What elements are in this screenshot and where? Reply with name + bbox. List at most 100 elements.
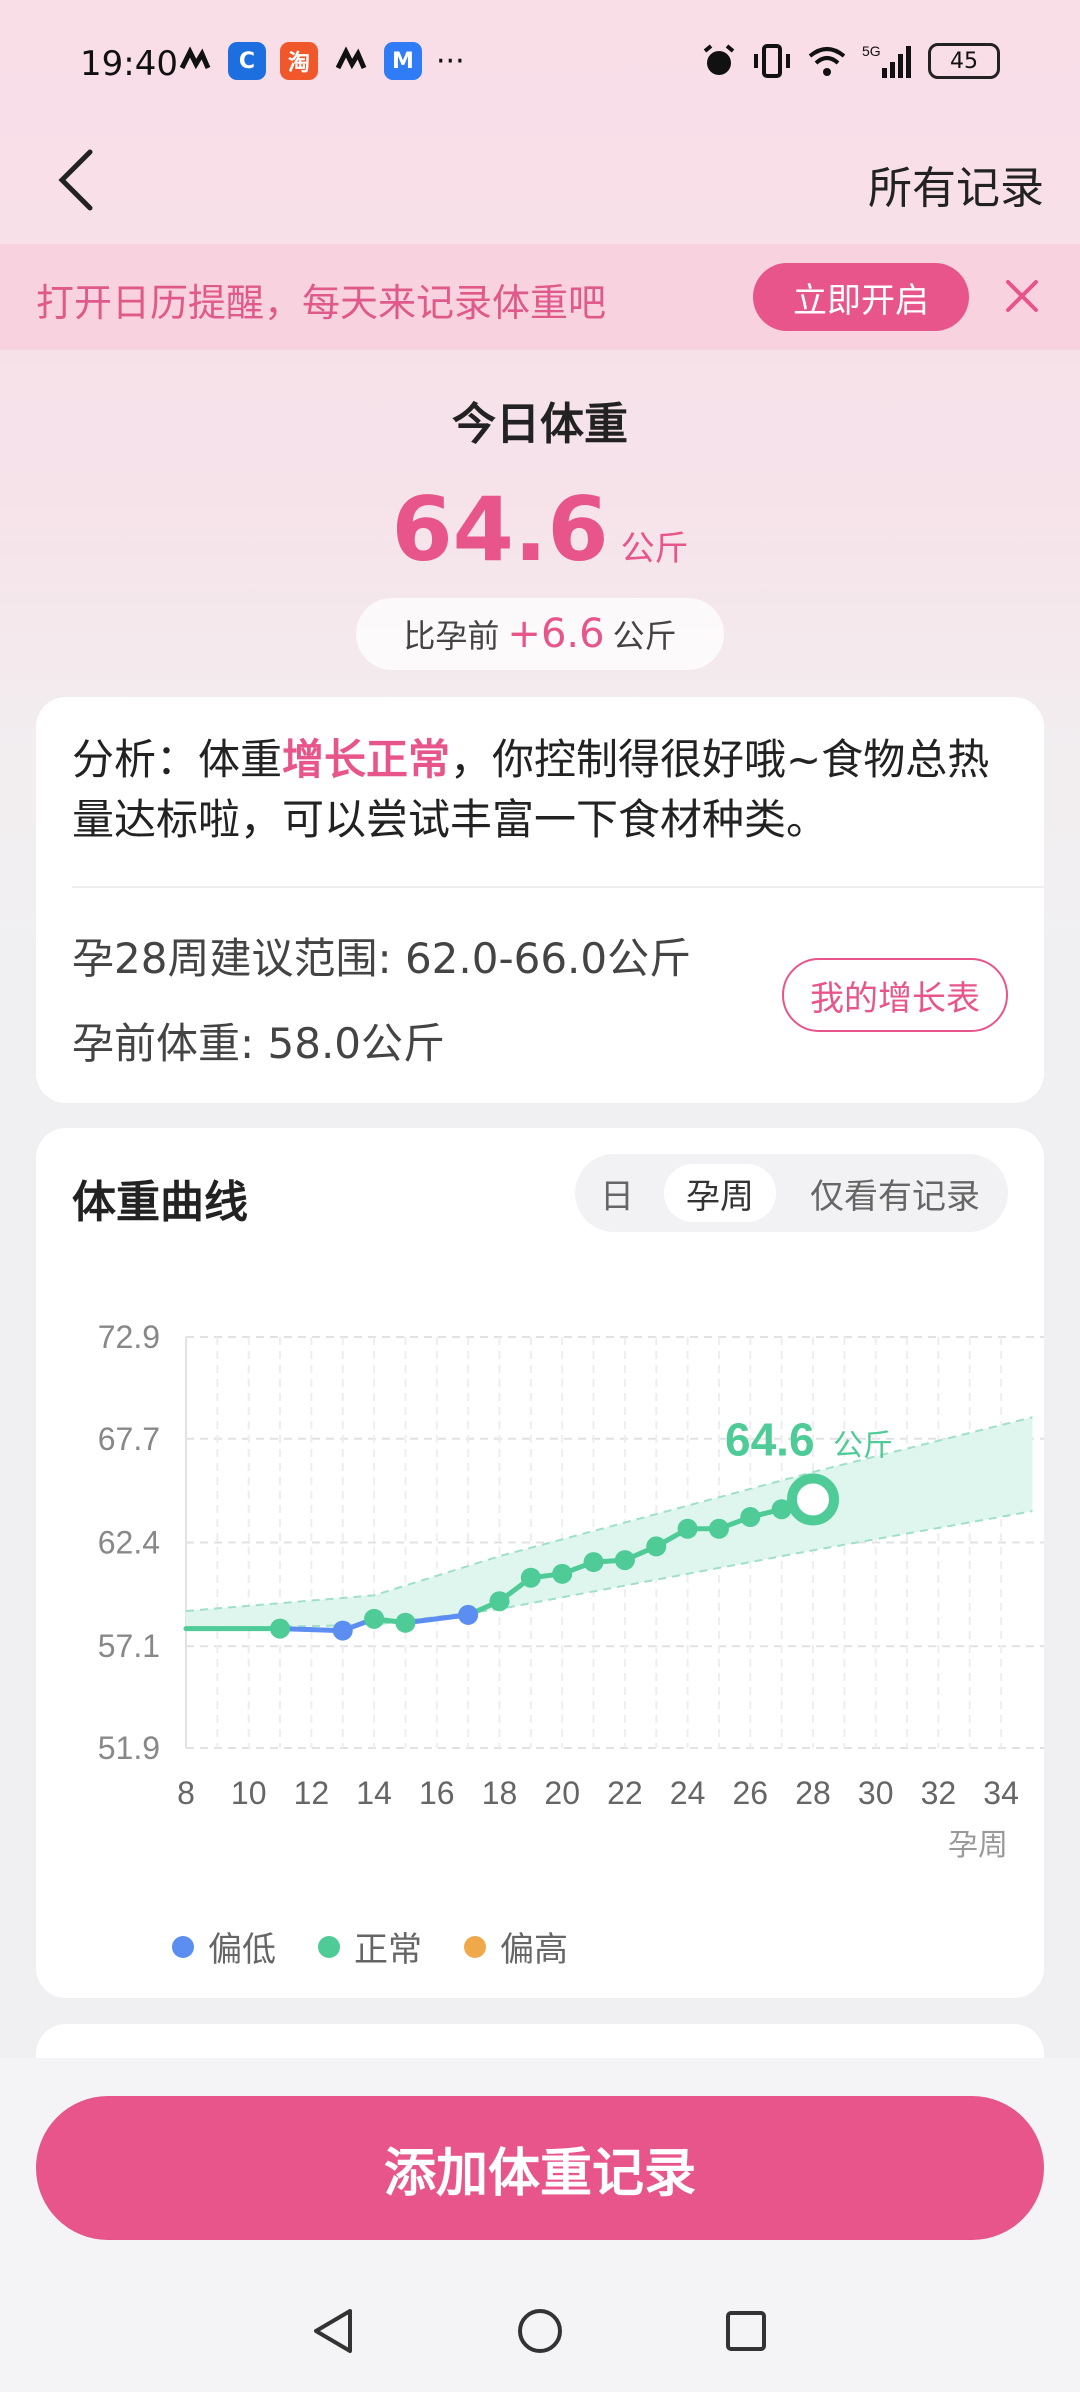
- today-weight-title: 今日体重: [452, 399, 628, 450]
- x-tick-label: 12: [294, 1775, 330, 1811]
- y-tick-label: 72.9: [98, 1319, 160, 1355]
- x-tick-label: 8: [177, 1775, 195, 1811]
- app-icon: C: [228, 42, 266, 80]
- battery-level: 45: [950, 48, 978, 74]
- data-point[interactable]: [520, 1567, 541, 1588]
- x-tick-label: 18: [482, 1775, 518, 1811]
- tab-records-only[interactable]: 仅看有记录: [790, 1164, 1000, 1222]
- close-banner-button[interactable]: [996, 270, 1048, 322]
- legend-high-label: 偏高: [500, 1930, 568, 1970]
- compare-unit: 公斤: [612, 617, 677, 655]
- taobao-icon: 淘: [280, 42, 318, 80]
- analysis-text: 分析：体重增长正常，你控制得很好哦~食物总热量达标啦，可以尝试丰富一下食材种类。: [72, 730, 1022, 850]
- x-tick-label: 16: [419, 1775, 455, 1811]
- battery-icon: 45: [928, 43, 1000, 79]
- nav-recents-icon[interactable]: [718, 2303, 774, 2359]
- back-button[interactable]: [36, 140, 116, 220]
- data-point[interactable]: [583, 1552, 604, 1573]
- data-point[interactable]: [270, 1618, 291, 1639]
- vibrate-icon: [754, 44, 790, 78]
- data-point[interactable]: [395, 1612, 416, 1633]
- y-tick-label: 51.9: [98, 1730, 160, 1766]
- weight-line-chart: 72.9 67.7 62.4 57.1 51.9 8 10 12 14 16 18 20 22 24 26…: [98, 1319, 1044, 1860]
- compare-prefix: 比孕前: [403, 617, 500, 655]
- legend-dot-high: [464, 1935, 486, 1958]
- latest-weight-unit: 公斤: [833, 1429, 893, 1462]
- all-records-link[interactable]: 所有记录: [868, 152, 1044, 216]
- data-point[interactable]: [332, 1620, 353, 1641]
- x-tick-label: 28: [795, 1775, 831, 1811]
- status-time: 19:40: [80, 44, 178, 84]
- legend-high: 偏高: [464, 1922, 568, 1971]
- today-weight-value: 64.6 公斤: [0, 478, 1080, 581]
- x-tick-label: 20: [544, 1775, 580, 1811]
- legend-low: 偏低: [172, 1922, 276, 1971]
- suggested-range: 孕28周建议范围: 62.0-66.0公斤: [72, 934, 692, 983]
- divider: [72, 886, 1044, 888]
- reminder-banner-text: 打开日历提醒，每天来记录体重吧: [36, 281, 607, 325]
- latest-data-point[interactable]: [787, 1473, 839, 1526]
- legend-low-label: 偏低: [208, 1930, 276, 1970]
- data-point[interactable]: [458, 1604, 479, 1625]
- y-tick-label: 67.7: [98, 1421, 160, 1457]
- pre-pregnancy-weight: 孕前体重: 58.0公斤: [72, 1019, 446, 1068]
- chart-legend: 偏低 正常 偏高: [172, 1922, 568, 1971]
- data-point[interactable]: [677, 1518, 698, 1539]
- x-tick-label: 22: [607, 1775, 643, 1811]
- alarm-icon: [703, 44, 735, 75]
- data-point[interactable]: [646, 1536, 667, 1557]
- signal-5g-icon: 5G: [862, 43, 911, 78]
- weight-unit: 公斤: [620, 529, 689, 569]
- x-axis-unit: 孕周: [948, 1829, 1008, 1860]
- app-icon: [335, 46, 367, 70]
- x-tick-label: 34: [983, 1775, 1019, 1811]
- y-axis-ticks: 72.9 67.7 62.4 57.1 51.9: [98, 1319, 160, 1766]
- compare-pill: 比孕前 +6.6 公斤: [356, 598, 724, 670]
- legend-dot-normal: [318, 1935, 340, 1958]
- enable-reminder-button[interactable]: 立即开启: [753, 263, 969, 331]
- data-point[interactable]: [552, 1563, 573, 1584]
- recommended-range-band: [186, 1417, 1033, 1629]
- weight-number: 64.6: [391, 478, 609, 581]
- chevron-left-icon: [58, 149, 93, 211]
- add-weight-record-button[interactable]: 添加体重记录: [36, 2096, 1044, 2240]
- analysis-highlight: 增长正常: [282, 735, 451, 784]
- analysis-prefix: 分析：体重: [72, 735, 283, 784]
- y-tick-label: 57.1: [98, 1628, 160, 1664]
- my-growth-table-button[interactable]: 我的增长表: [782, 958, 1008, 1032]
- status-bar: 19:40 C 淘 M ··· 5G 45: [0, 0, 1080, 130]
- wifi-icon: [808, 47, 846, 76]
- x-axis-ticks: 8 10 12 14 16 18 20 22 24 26 28 30 32 34: [177, 1775, 1019, 1811]
- x-tick-label: 32: [921, 1775, 957, 1811]
- y-tick-label: 62.4: [98, 1525, 160, 1561]
- legend-dot-low: [172, 1935, 194, 1958]
- data-point[interactable]: [614, 1550, 635, 1571]
- more-icon: ···: [436, 43, 465, 79]
- x-tick-label: 24: [670, 1775, 706, 1811]
- data-point[interactable]: [364, 1608, 385, 1629]
- data-point[interactable]: [489, 1591, 510, 1612]
- legend-normal: 正常: [318, 1922, 422, 1971]
- app-icon: M: [384, 42, 422, 80]
- x-tick-label: 10: [231, 1775, 267, 1811]
- legend-normal-label: 正常: [354, 1930, 422, 1970]
- svg-text:5G: 5G: [862, 43, 881, 59]
- app-icon: [179, 46, 211, 70]
- nav-back-icon[interactable]: [306, 2303, 362, 2359]
- x-tick-label: 14: [356, 1775, 392, 1811]
- data-point[interactable]: [740, 1507, 761, 1528]
- close-icon: [1006, 280, 1038, 312]
- nav-home-icon[interactable]: [512, 2303, 568, 2359]
- x-tick-label: 30: [858, 1775, 894, 1811]
- data-point[interactable]: [708, 1518, 729, 1539]
- compare-diff: +6.6: [507, 611, 605, 657]
- x-tick-label: 26: [733, 1775, 769, 1811]
- system-navigation-bar: [0, 2270, 1080, 2392]
- chart-title: 体重曲线: [72, 1177, 248, 1228]
- status-system-icons: 5G 45: [700, 42, 1000, 80]
- status-notification-icons: C 淘 M ···: [176, 42, 465, 80]
- tab-day[interactable]: 日: [585, 1164, 649, 1222]
- latest-weight-label: 64.6: [725, 1413, 815, 1465]
- tab-week[interactable]: 孕周: [664, 1164, 776, 1222]
- latest-point: [787, 1473, 839, 1526]
